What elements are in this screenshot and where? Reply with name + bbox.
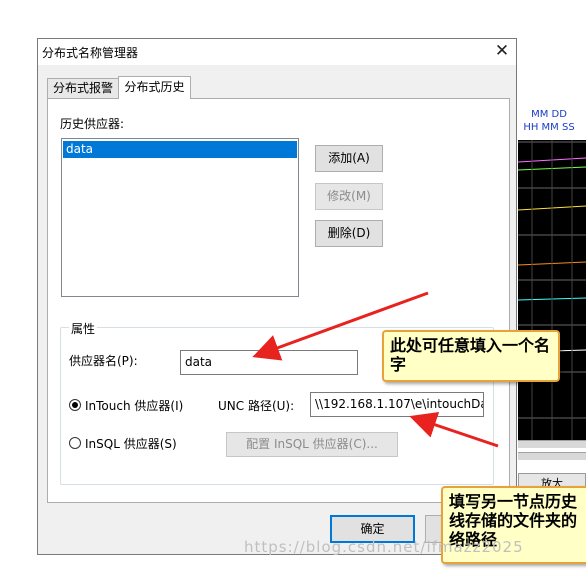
history-tab-panel: 历史供应器: data 添加(A) 修改(M) 删除(D) 属性 供应器名(P)…: [47, 98, 510, 503]
tab-distributed-history[interactable]: 分布式历史: [118, 76, 191, 99]
unc-path-input[interactable]: \\192.168.1.107\e\intouchData: [310, 392, 484, 417]
provider-name-label: 供应器名(P):: [69, 354, 138, 368]
time-format-time: HH MM SS: [523, 122, 575, 133]
watermark-text: https://blog.csdn.net/ifmazz2025: [244, 538, 524, 556]
modify-button[interactable]: 修改(M): [315, 183, 383, 210]
close-icon: ✕: [494, 41, 510, 61]
configure-insql-button[interactable]: 配置 InSQL 供应器(C)...: [226, 432, 398, 457]
close-button[interactable]: ✕: [488, 39, 516, 65]
delete-button[interactable]: 删除(D): [315, 220, 383, 247]
provider-name-input[interactable]: data: [180, 350, 358, 375]
history-providers-label: 历史供应器:: [60, 117, 125, 131]
insql-provider-label[interactable]: InSQL 供应器(S): [85, 435, 177, 452]
intouch-provider-radio[interactable]: [69, 399, 81, 411]
history-providers-list[interactable]: data: [61, 138, 299, 297]
time-format-date: MM DD: [531, 109, 567, 120]
properties-group-label: 属性: [69, 320, 98, 337]
intouch-provider-label[interactable]: InTouch 供应器(I): [85, 397, 183, 414]
trend-lines-graphic: [518, 140, 586, 440]
dialog-title: 分布式名称管理器: [42, 46, 139, 60]
scrollbar-strip: [518, 452, 586, 460]
title-bar: 分布式名称管理器 ✕: [38, 39, 516, 65]
unc-path-label: UNC 路径(U):: [218, 399, 295, 413]
callout-provider-name-hint: 此处可任意填入一个名字: [382, 330, 560, 382]
distributed-name-manager-dialog: 分布式名称管理器 ✕ 分布式报警 分布式历史 历史供应器: data 添加(A)…: [37, 38, 517, 555]
insql-provider-radio[interactable]: [69, 437, 81, 449]
trend-chart: [518, 140, 586, 440]
list-item[interactable]: data: [63, 141, 297, 158]
scrollbar-strip: [518, 440, 586, 448]
tab-distributed-alarm[interactable]: 分布式报警: [47, 78, 119, 98]
add-button[interactable]: 添加(A): [315, 145, 383, 172]
background-app-window: MM DD HH MM SS 放大: [512, 0, 586, 569]
